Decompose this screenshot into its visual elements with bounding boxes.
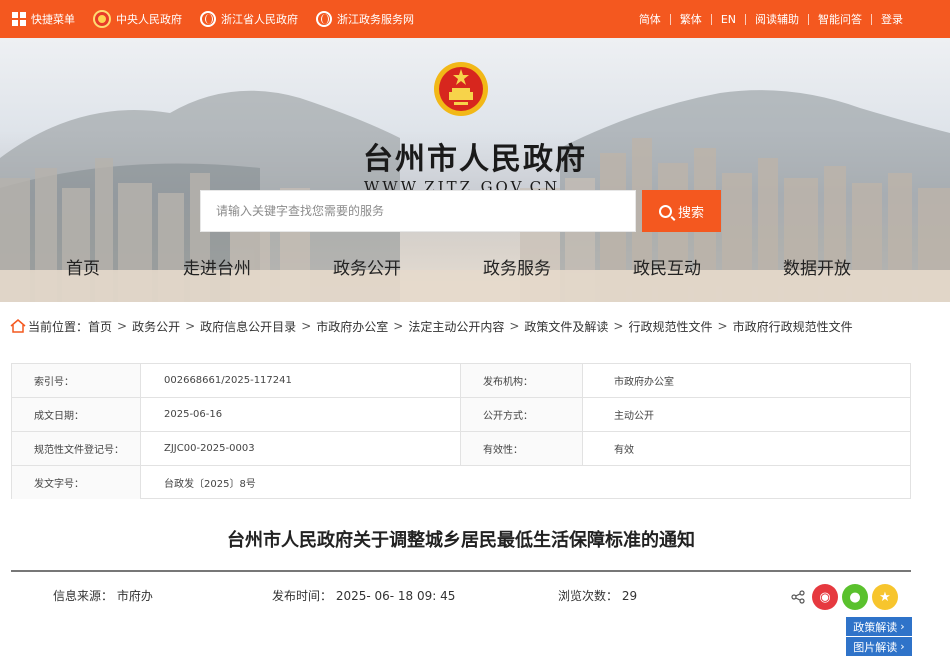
- org-value: 市政府办公室: [614, 377, 674, 388]
- link-reading-aid[interactable]: 阅读辅助: [746, 11, 808, 27]
- date-label: 成文日期：: [12, 398, 141, 431]
- nav-about-taizhou[interactable]: 走进台州: [183, 254, 251, 279]
- breadcrumb-item[interactable]: 法定主动公开内容: [408, 318, 504, 335]
- document-info-table: 索引号： 002668661/2025-117241 发布机构： 市政府办公室 …: [11, 363, 911, 499]
- publish-time: 发布时间： 2025- 06- 18 09: 45: [272, 589, 456, 603]
- breadcrumb-separator: >: [613, 319, 624, 333]
- breadcrumb-separator: >: [717, 319, 728, 333]
- info-source: 信息来源： 市府办: [53, 589, 153, 603]
- policy-interpretation-tab[interactable]: 政策解读 ›: [846, 617, 912, 636]
- wechat-share-button[interactable]: ●: [842, 584, 868, 610]
- nav-gov-affairs[interactable]: 政务公开: [333, 254, 401, 279]
- favorite-button[interactable]: ★: [872, 584, 898, 610]
- divider: [11, 570, 911, 572]
- reg-value: ZJJC00-2025-0003: [141, 432, 461, 465]
- nav-open-data[interactable]: 数据开放: [783, 254, 851, 279]
- link-central-gov[interactable]: 中央人民政府: [93, 10, 182, 28]
- image-interpretation-tab[interactable]: 图片解读 ›: [846, 637, 912, 656]
- breadcrumb-separator: >: [393, 319, 404, 333]
- divider: [808, 13, 809, 25]
- docno-label: 发文字号：: [12, 466, 141, 499]
- docno-value: 台政发〔2025〕8号: [164, 479, 256, 490]
- breadcrumb-separator: >: [509, 319, 520, 333]
- quick-menu[interactable]: 快捷菜单: [12, 11, 75, 27]
- index-value: 002668661/2025-117241: [141, 364, 461, 397]
- divider: [710, 13, 712, 25]
- national-emblem-icon: [434, 62, 488, 116]
- reg-label: 规范性文件登记号：: [12, 432, 141, 465]
- link-smart-qa[interactable]: 智能问答: [809, 11, 871, 27]
- table-row: 索引号： 002668661/2025-117241 发布机构： 市政府办公室: [12, 364, 910, 398]
- link-traditional[interactable]: 繁体: [671, 11, 711, 27]
- mode-label: 公开方式：: [461, 398, 583, 431]
- breadcrumb-item[interactable]: 市政府办公室: [316, 318, 388, 335]
- home-icon: [10, 319, 26, 333]
- chevron-right-icon: ›: [900, 620, 905, 633]
- breadcrumb-prefix: 当前位置：: [28, 319, 89, 334]
- link-login[interactable]: 登录: [872, 11, 912, 27]
- date-value: 2025-06-16: [141, 398, 461, 431]
- banner: 台州市人民政府 WWW.ZJTZ.GOV.CN 搜索 首页 走进台州 政务公开 …: [0, 38, 950, 302]
- breadcrumb: 当前位置： 首页 > 政务公开 > 政府信息公开目录 > 市政府办公室 > 法定…: [10, 317, 853, 335]
- view-count: 浏览次数： 29: [558, 589, 638, 603]
- search-button[interactable]: 搜索: [642, 190, 721, 232]
- breadcrumb-item[interactable]: 政策文件及解读: [524, 318, 608, 335]
- nav-gov-services[interactable]: 政务服务: [483, 254, 551, 279]
- divider: [745, 13, 746, 25]
- quick-menu-label: 快捷菜单: [31, 13, 75, 26]
- table-row: 成文日期： 2025-06-16 公开方式： 主动公开: [12, 397, 910, 431]
- breadcrumb-item[interactable]: 市政府行政规范性文件: [733, 318, 853, 335]
- national-emblem-icon: [93, 10, 111, 28]
- image-interpretation-label: 图片解读: [853, 640, 898, 654]
- index-label: 索引号：: [12, 364, 141, 397]
- breadcrumb-item[interactable]: 政府信息公开目录: [200, 318, 296, 335]
- org-label: 发布机构：: [461, 364, 583, 397]
- policy-interpretation-label: 政策解读: [853, 620, 898, 634]
- link-zhejiang-gov[interactable]: 浙江省人民政府: [200, 11, 298, 27]
- mode-value: 主动公开: [614, 411, 654, 422]
- breadcrumb-item[interactable]: 政务公开: [132, 318, 180, 335]
- link-simplified[interactable]: 简体: [630, 11, 670, 27]
- document-title: 台州市人民政府关于调整城乡居民最低生活保障标准的通知: [227, 530, 695, 551]
- share-icon[interactable]: [791, 590, 805, 604]
- weibo-icon: ◉: [819, 589, 831, 605]
- breadcrumb-item[interactable]: 行政规范性文件: [628, 318, 712, 335]
- link-zhejiang-service[interactable]: 浙江政务服务网: [316, 11, 414, 27]
- search-button-label: 搜索: [677, 205, 704, 221]
- breadcrumb-separator: >: [117, 319, 128, 333]
- search-icon: [658, 204, 672, 218]
- divider: [669, 13, 671, 25]
- table-row: 规范性文件登记号： ZJJC00-2025-0003 有效性： 有效: [12, 431, 910, 465]
- chevron-right-icon: ›: [900, 640, 905, 653]
- table-row: 发文字号： 台政发〔2025〕8号: [12, 465, 910, 499]
- valid-label: 有效性：: [461, 432, 583, 465]
- main-nav: 首页 走进台州 政务公开 政务服务 政民互动 数据开放: [0, 254, 950, 284]
- link-zhejiang-service-label: 浙江政务服务网: [337, 13, 414, 26]
- wechat-icon: ●: [849, 589, 861, 605]
- valid-value: 有效: [614, 445, 634, 456]
- link-english[interactable]: EN: [712, 13, 745, 26]
- nav-home[interactable]: 首页: [66, 254, 100, 279]
- link-zhejiang-gov-label: 浙江省人民政府: [221, 13, 298, 26]
- star-icon: ★: [879, 589, 891, 605]
- top-bar: 快捷菜单 中央人民政府 浙江省人民政府 浙江政务服务网 简体 繁体 EN 阅读辅…: [0, 0, 950, 38]
- breadcrumb-separator: >: [301, 319, 312, 333]
- search-input[interactable]: [216, 204, 635, 218]
- breadcrumb-item[interactable]: 首页: [88, 318, 112, 335]
- globe-icon: [200, 11, 216, 27]
- search-box: [200, 190, 636, 232]
- nav-interaction[interactable]: 政民互动: [633, 254, 701, 279]
- divider: [871, 13, 872, 25]
- weibo-share-button[interactable]: ◉: [812, 584, 838, 610]
- breadcrumb-separator: >: [185, 319, 196, 333]
- site-title: 台州市人民政府: [363, 142, 587, 177]
- link-central-gov-label: 中央人民政府: [116, 13, 182, 26]
- menu-grid-icon: [12, 12, 26, 26]
- globe-icon: [316, 11, 332, 27]
